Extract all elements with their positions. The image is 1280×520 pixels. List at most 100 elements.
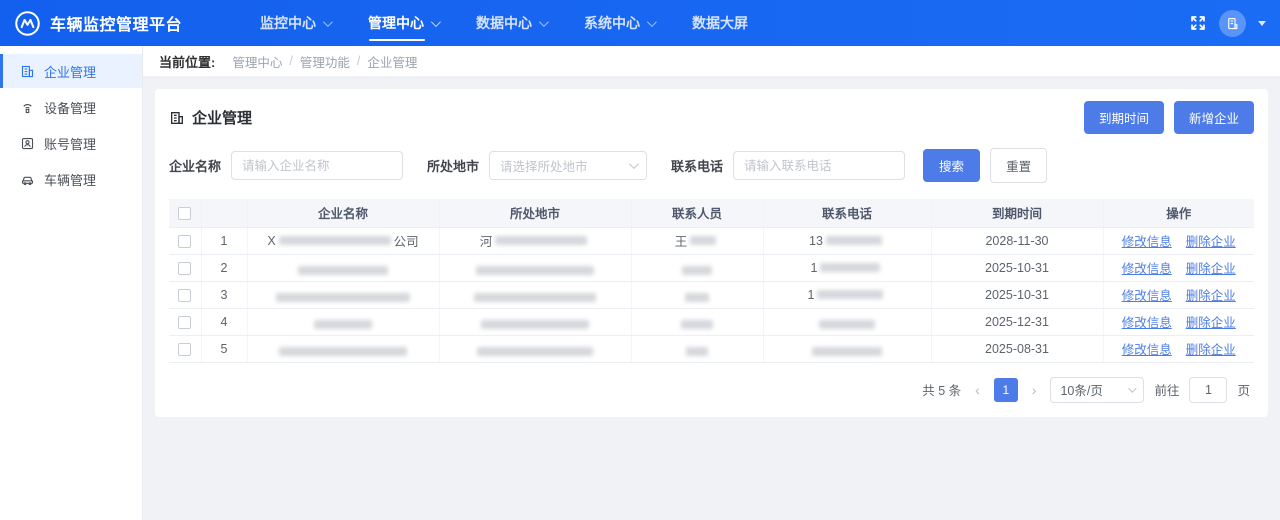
goto-page-input[interactable]: [1189, 376, 1228, 403]
table-row: 4 2025-12-31 修改信息 删除企业: [169, 308, 1254, 336]
redacted-text: [298, 266, 388, 276]
app-logo-icon: [14, 10, 41, 37]
panel-title-text: 企业管理: [192, 110, 253, 127]
sidebar-item-vehicle[interactable]: 车辆管理: [0, 162, 142, 196]
nav-data-center[interactable]: 数据中心: [476, 0, 549, 46]
sidebar-item-label: 账号管理: [44, 136, 97, 152]
city-select[interactable]: 请选择所处地市: [489, 151, 648, 180]
nav-label: 数据中心: [476, 15, 532, 31]
main-nav: 监控中心 管理中心 数据中心 系统中心 数据大屏: [260, 0, 748, 46]
nav-system-center[interactable]: 系统中心: [584, 0, 657, 46]
top-navbar: 车辆监控管理平台 监控中心 管理中心 数据中心 系统中心 数据大屏: [0, 0, 1280, 46]
sidebar-item-account[interactable]: 账号管理: [0, 126, 142, 160]
filter-bar: 企业名称 所处地市 请选择所处地市 联系电话 搜索 重置: [169, 148, 1254, 183]
breadcrumb-item-manage-center[interactable]: 管理中心: [232, 52, 282, 71]
car-icon: [21, 176, 34, 185]
table-row: 5 2025-08-31 修改信息 删除企业: [169, 335, 1254, 363]
name-filter-label: 企业名称: [169, 159, 222, 174]
row-checkbox[interactable]: [178, 288, 192, 302]
redacted-text: [820, 263, 881, 272]
redacted-text: [686, 347, 708, 357]
nav-label: 数据大屏: [692, 15, 748, 31]
breadcrumb-separator: /: [289, 54, 293, 68]
redacted-text: [819, 320, 875, 330]
enterprise-panel: 企业管理 到期时间 新增企业 企业名称 所处地市 请选择所处地市 联系电: [155, 89, 1268, 417]
nav-monitor-center[interactable]: 监控中心: [260, 0, 333, 46]
breadcrumb-item-manage-func[interactable]: 管理功能: [300, 52, 350, 71]
user-avatar[interactable]: [1219, 9, 1246, 37]
page-size-value: 10条/页: [1060, 384, 1103, 398]
nav-label: 监控中心: [260, 15, 316, 31]
row-index: 2: [201, 254, 248, 282]
table-row: 1 X 公司 河 王 13 2028-11-30 修改信息 删除企业: [169, 227, 1254, 255]
app-title: 车辆监控管理平台: [50, 17, 183, 34]
redacted-text: [474, 293, 596, 303]
reset-button[interactable]: 重置: [990, 148, 1048, 183]
contact-phone-input[interactable]: [733, 151, 906, 180]
breadcrumb-label: 当前位置:: [159, 54, 216, 70]
redacted-text: [279, 347, 407, 357]
prev-page-button[interactable]: ‹: [971, 382, 984, 398]
enterprise-name-input[interactable]: [231, 151, 404, 180]
redacted-text: [314, 320, 372, 330]
phone-filter-label: 联系电话: [671, 159, 724, 174]
row-index: 1: [201, 227, 248, 255]
fullscreen-icon[interactable]: [1189, 14, 1207, 32]
expire-date: 2025-12-31: [931, 308, 1104, 336]
city-select-placeholder: 请选择所处地市: [500, 160, 588, 174]
edit-info-link[interactable]: 修改信息: [1122, 343, 1172, 357]
expire-date: 2025-10-31: [931, 281, 1104, 309]
delete-enterprise-link[interactable]: 删除企业: [1186, 316, 1236, 330]
chevron-down-icon: [538, 16, 549, 27]
sidebar: 企业管理 设备管理 账号管理 车辆管理: [0, 46, 143, 520]
redacted-text: [276, 293, 410, 303]
brand: 车辆监控管理平台: [14, 10, 242, 37]
search-button[interactable]: 搜索: [923, 149, 981, 182]
row-checkbox[interactable]: [178, 234, 192, 248]
row-checkbox[interactable]: [178, 261, 192, 275]
chevron-down-icon: [646, 16, 657, 27]
col-actions: 操作: [1103, 199, 1254, 228]
edit-info-link[interactable]: 修改信息: [1122, 235, 1172, 249]
add-enterprise-button[interactable]: 新增企业: [1173, 101, 1254, 134]
next-page-button[interactable]: ›: [1028, 382, 1041, 398]
sidebar-item-device[interactable]: 设备管理: [0, 90, 142, 124]
avatar-dropdown-caret-icon[interactable]: [1258, 20, 1266, 26]
edit-info-link[interactable]: 修改信息: [1122, 262, 1172, 276]
select-all-checkbox[interactable]: [178, 206, 192, 220]
expire-date: 2028-11-30: [931, 227, 1104, 255]
page-1-button[interactable]: 1: [993, 377, 1018, 402]
table-row: 3 1 2025-10-31 修改信息 删除企业: [169, 281, 1254, 309]
table-row: 2 1 2025-10-31 修改信息 删除企业: [169, 254, 1254, 282]
row-checkbox[interactable]: [178, 315, 192, 329]
delete-enterprise-link[interactable]: 删除企业: [1186, 235, 1236, 249]
sidebar-item-label: 企业管理: [44, 64, 97, 80]
delete-enterprise-link[interactable]: 删除企业: [1186, 262, 1236, 276]
edit-info-link[interactable]: 修改信息: [1122, 316, 1172, 330]
row-index: 5: [201, 335, 248, 363]
expire-time-button[interactable]: 到期时间: [1083, 101, 1164, 134]
delete-enterprise-link[interactable]: 删除企业: [1186, 289, 1236, 303]
building-icon: [171, 111, 183, 124]
expire-date: 2025-08-31: [931, 335, 1104, 363]
redacted-text: [495, 236, 588, 245]
delete-enterprise-link[interactable]: 删除企业: [1186, 343, 1236, 357]
sidebar-item-enterprise[interactable]: 企业管理: [0, 54, 142, 88]
col-name: 企业名称: [247, 199, 440, 228]
redacted-text: [681, 320, 713, 330]
chevron-down-icon: [322, 16, 333, 27]
page-size-select[interactable]: 10条/页: [1050, 376, 1145, 403]
redacted-text: [685, 293, 709, 303]
city-filter-label: 所处地市: [427, 159, 480, 174]
edit-info-link[interactable]: 修改信息: [1122, 289, 1172, 303]
nav-manage-center[interactable]: 管理中心: [368, 0, 441, 46]
account-icon: [21, 137, 34, 149]
goto-label: 前往: [1154, 384, 1180, 398]
row-checkbox[interactable]: [178, 342, 192, 356]
chevron-down-icon: [1128, 383, 1138, 393]
redacted-text: [481, 320, 589, 330]
total-count: 共 5 条: [922, 384, 962, 398]
nav-data-screen[interactable]: 数据大屏: [692, 0, 748, 46]
redacted-text: [476, 266, 594, 276]
breadcrumb-item-enterprise[interactable]: 企业管理: [367, 52, 417, 71]
